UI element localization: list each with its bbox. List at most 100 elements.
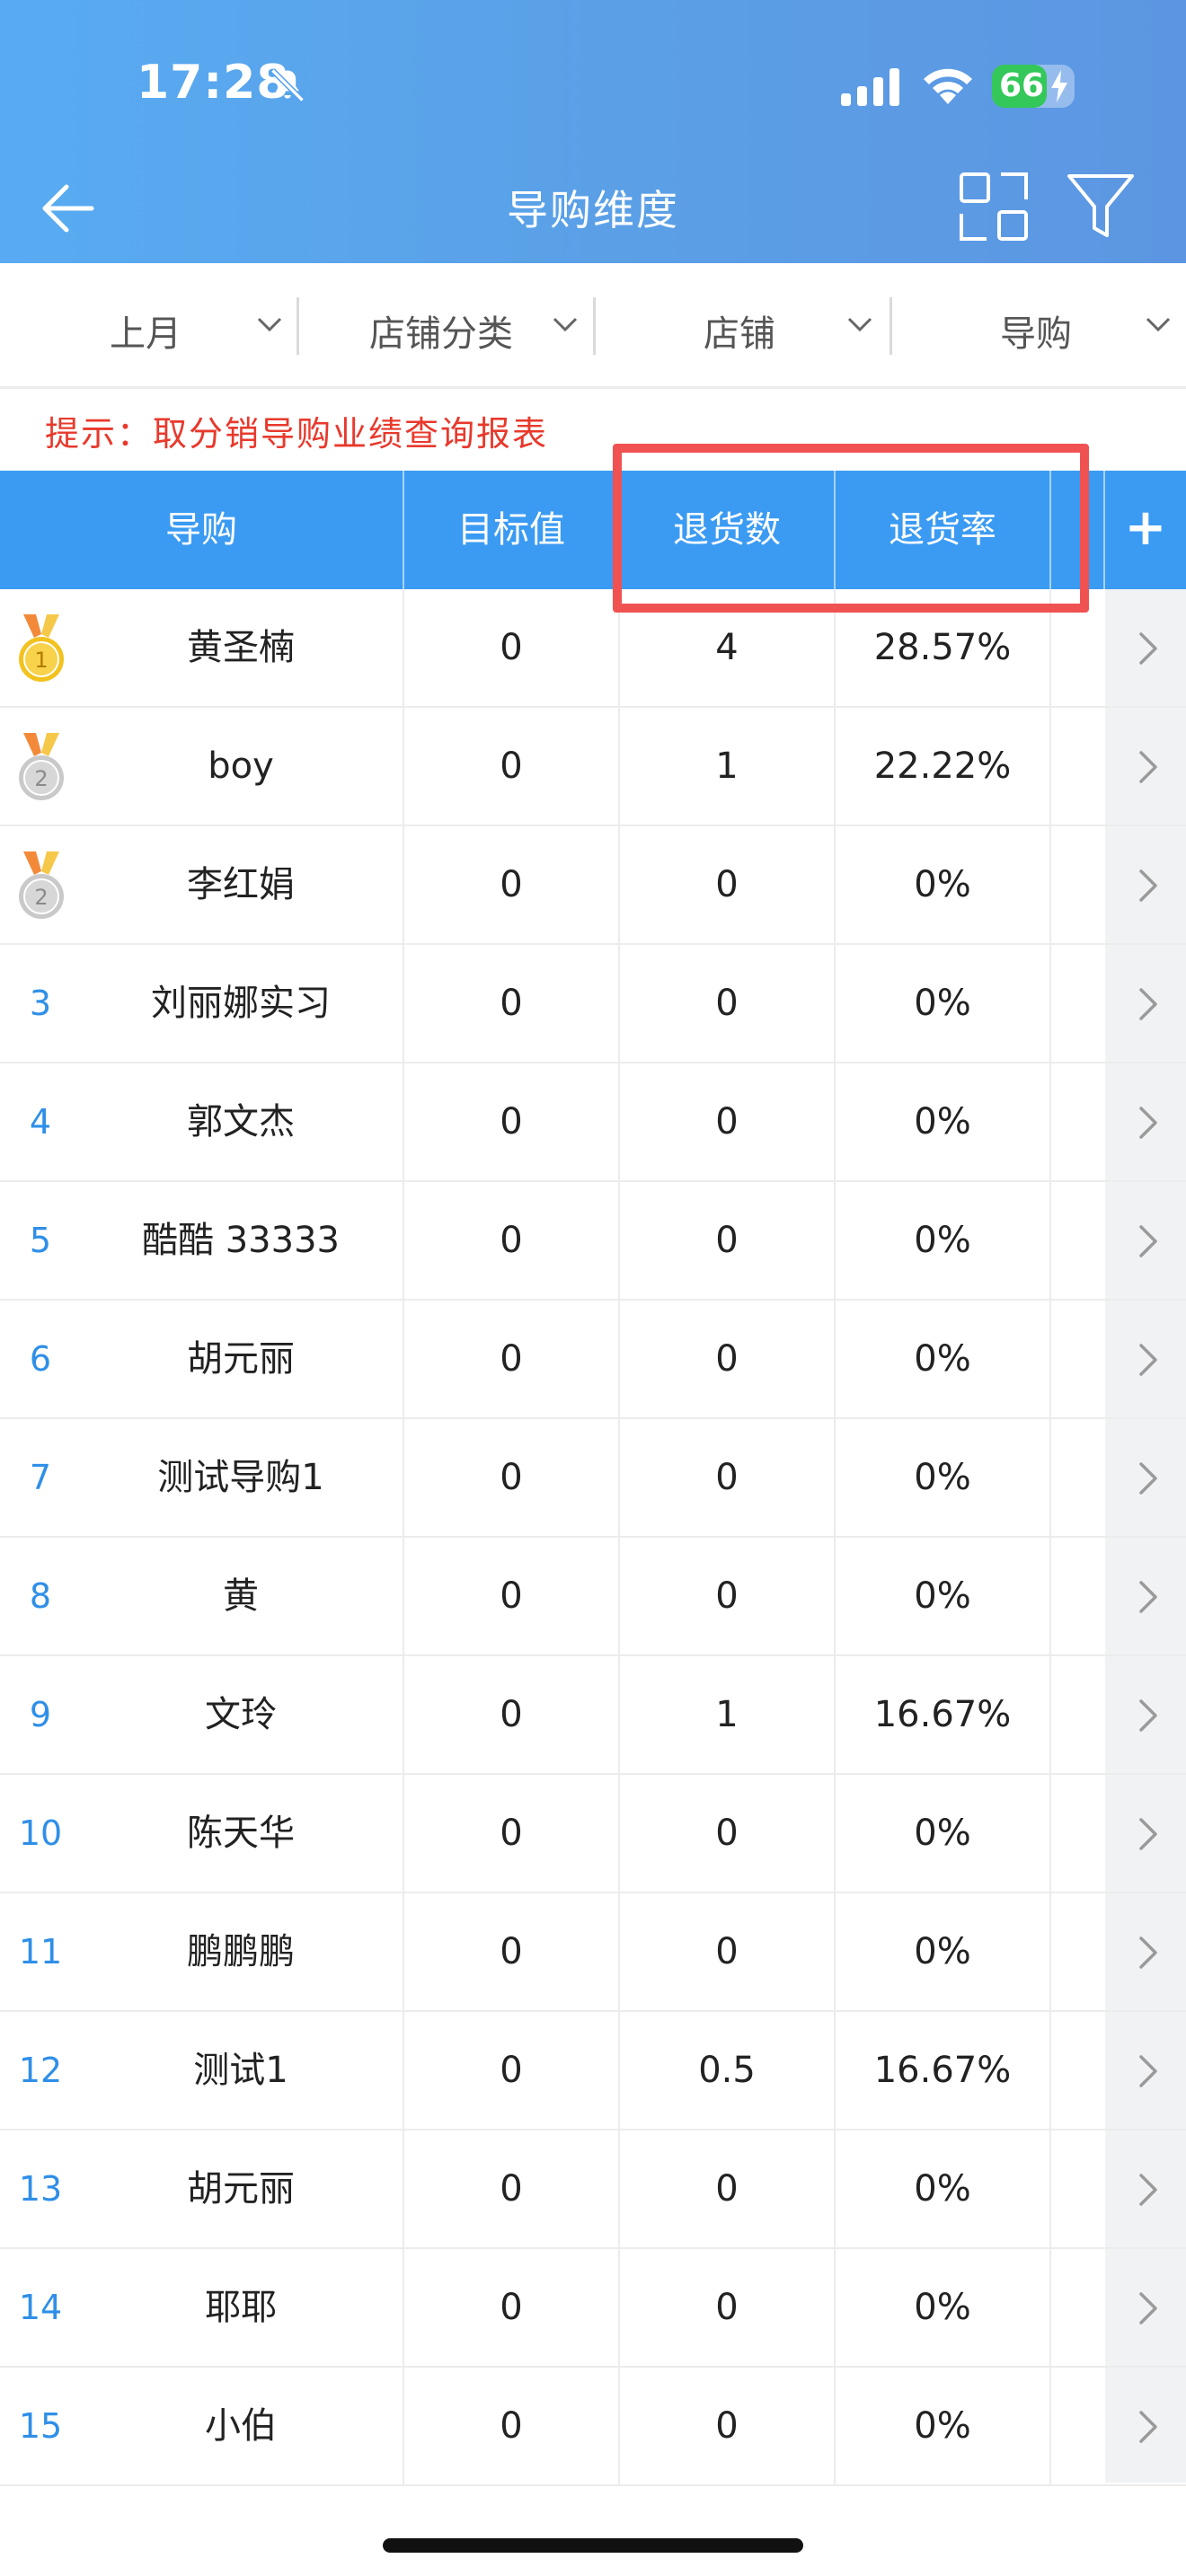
cell-returns: 0 [715, 1575, 739, 1617]
table-row[interactable]: 2 boy 0 1 22.22% [0, 708, 1186, 826]
chevron-right-icon[interactable] [1120, 2130, 1173, 2249]
chevron-down-icon [847, 317, 872, 332]
chevron-right-icon[interactable] [1120, 1182, 1173, 1301]
chevron-right-icon[interactable] [1120, 2368, 1173, 2486]
table-row[interactable]: 8 黄 0 0 0% [0, 1538, 1186, 1656]
cell-return-rate: 0% [914, 1220, 971, 1261]
table-row[interactable]: 4 郭文杰 0 0 0% [0, 1063, 1186, 1182]
filter-guide-dropdown[interactable]: 导购 [892, 263, 1186, 389]
table-row[interactable]: 3 刘丽娜实习 0 0 0% [0, 945, 1186, 1063]
table-row[interactable]: 13 胡元丽 0 0 0% [0, 2130, 1186, 2249]
cell-target: 0 [500, 1338, 523, 1380]
column-divider [618, 708, 620, 826]
cell-guide-name: 郭文杰 [187, 1101, 295, 1142]
table-row[interactable]: 7 测试导购1 0 0 0% [0, 1419, 1186, 1538]
column-divider [1049, 471, 1051, 589]
chevron-right-icon[interactable] [1120, 826, 1173, 945]
cell-returns: 1 [715, 1694, 739, 1735]
chevron-down-icon [1146, 317, 1171, 332]
filter-period-dropdown[interactable]: 上月 [0, 263, 296, 389]
column-divider [403, 2012, 404, 2130]
column-divider [834, 1775, 836, 1893]
cell-target: 0 [500, 1813, 523, 1854]
column-divider [403, 1063, 404, 1182]
cell-target: 0 [500, 2050, 523, 2091]
add-column-button[interactable]: + [1105, 471, 1186, 589]
report-tip: 提示：取分销导购业绩查询报表 [45, 414, 549, 454]
rotate-screen-icon[interactable] [956, 169, 1031, 244]
chevron-right-icon[interactable] [1120, 1656, 1173, 1775]
chevron-right-icon[interactable] [1120, 1775, 1173, 1893]
column-divider [403, 1893, 404, 2012]
rank-number: 3 [29, 984, 52, 1023]
column-divider [618, 2368, 620, 2486]
column-divider [618, 1419, 620, 1538]
bell-off-icon [270, 68, 305, 102]
chevron-right-icon[interactable] [1120, 1538, 1173, 1656]
cell-target: 0 [500, 1101, 523, 1142]
chevron-right-icon[interactable] [1120, 1063, 1173, 1182]
chevron-right-icon[interactable] [1120, 708, 1173, 826]
column-divider [1049, 2012, 1051, 2130]
rank-number: 9 [29, 1695, 52, 1734]
column-divider [1049, 826, 1051, 945]
column-divider [618, 2130, 620, 2249]
column-divider [618, 589, 620, 708]
chevron-right-icon[interactable] [1120, 1893, 1173, 2012]
column-divider [1049, 1419, 1051, 1538]
column-divider [834, 1301, 836, 1419]
signal-icon [841, 68, 899, 106]
cell-guide-name: 陈天华 [187, 1813, 295, 1854]
column-header-guide[interactable]: 导购 [0, 471, 403, 589]
column-divider [618, 1656, 620, 1775]
filter-label: 上月 [110, 313, 181, 355]
table-row[interactable]: 11 鹏鹏鹏 0 0 0% [0, 1893, 1186, 2012]
medal-icon: 1 [19, 614, 64, 682]
cell-return-rate: 0% [914, 2405, 971, 2447]
chevron-right-icon[interactable] [1120, 2249, 1173, 2368]
table-row[interactable]: 1 黄圣楠 0 4 28.57% [0, 589, 1186, 708]
cell-return-rate: 0% [914, 2168, 971, 2210]
table-row[interactable]: 10 陈天华 0 0 0% [0, 1775, 1186, 1893]
column-divider [403, 945, 404, 1063]
filter-store-category-dropdown[interactable]: 店铺分类 [299, 263, 593, 389]
table-row[interactable]: 5 酷酷 33333 0 0 0% [0, 1182, 1186, 1301]
table-row[interactable]: 6 胡元丽 0 0 0% [0, 1301, 1186, 1419]
chevron-right-icon[interactable] [1120, 945, 1173, 1063]
cell-guide-name: 刘丽娜实习 [151, 983, 331, 1024]
chevron-right-icon[interactable] [1120, 1301, 1173, 1419]
filter-bar: 上月 店铺分类 店铺 导购 [0, 263, 1186, 389]
column-header-return-rate[interactable]: 退货率 [836, 471, 1049, 589]
cell-target: 0 [500, 2168, 523, 2210]
column-header-returns[interactable]: 退货数 [620, 471, 834, 589]
chevron-right-icon[interactable] [1120, 2012, 1173, 2130]
chevron-right-icon[interactable] [1120, 589, 1173, 708]
cell-return-rate: 16.67% [873, 1694, 1012, 1735]
chevron-right-icon[interactable] [1120, 1419, 1173, 1538]
column-divider [834, 1893, 836, 2012]
table-row[interactable]: 12 测试1 0 0.5 16.67% [0, 2012, 1186, 2130]
cell-guide-name: 测试1 [193, 2050, 288, 2091]
column-divider [1049, 945, 1051, 1063]
cell-returns: 4 [715, 627, 739, 668]
cell-returns: 0 [715, 1338, 739, 1380]
column-divider [834, 1656, 836, 1775]
table-row[interactable]: 15 小伯 0 0 0% [0, 2368, 1186, 2486]
column-header-target[interactable]: 目标值 [404, 471, 618, 589]
column-divider [403, 1538, 404, 1656]
column-divider [403, 708, 404, 826]
filter-icon[interactable] [1064, 169, 1137, 244]
filter-label: 导购 [1000, 313, 1072, 355]
rank-number: 13 [18, 2169, 63, 2209]
table-row[interactable]: 14 耶耶 0 0 0% [0, 2249, 1186, 2368]
filter-store-dropdown[interactable]: 店铺 [596, 263, 890, 389]
rank-number: 15 [18, 2406, 63, 2446]
cell-target: 0 [500, 1931, 523, 1972]
cell-return-rate: 22.22% [873, 745, 1012, 787]
cell-returns: 0 [715, 1101, 739, 1142]
table-row[interactable]: 2 李红娟 0 0 0% [0, 826, 1186, 945]
status-bar: 17:28 66 [0, 0, 1186, 171]
cell-guide-name: 黄 [223, 1575, 259, 1617]
table-row[interactable]: 9 文玲 0 1 16.67% [0, 1656, 1186, 1775]
column-divider [618, 1301, 620, 1419]
